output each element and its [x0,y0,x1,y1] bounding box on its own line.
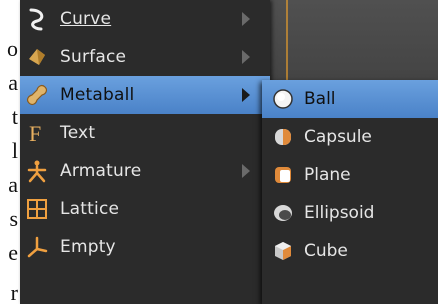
plane-icon [270,162,296,188]
submenu-item-label: Ellipsoid [304,203,375,223]
submenu-item-label: Cube [304,241,348,261]
submenu-item-ellipsoid[interactable]: Ellipsoid [262,194,438,232]
edge-letter: o [7,36,18,61]
submenu-arrow-icon [242,50,250,64]
cube-icon [270,238,296,264]
empty-icon [24,234,50,260]
edge-letter: s [9,206,18,231]
menu-item-label: Metaball [60,85,135,105]
background-document-text: o a t l a s e r [0,0,20,304]
3d-viewport[interactable] [268,0,438,80]
menu-item-label: Surface [60,47,127,67]
submenu-item-capsule[interactable]: Capsule [262,118,438,156]
edge-letter: e [8,240,18,265]
menu-item-label: Text [60,123,96,143]
submenu-arrow-icon [242,164,250,178]
surface-icon [24,44,50,70]
submenu-item-ball[interactable]: Ball [262,80,438,118]
menu-item-armature[interactable]: Armature [20,152,270,190]
menu-item-lattice[interactable]: Lattice [20,190,270,228]
edge-letter: t [11,104,18,129]
submenu-item-cube[interactable]: Cube [262,232,438,270]
submenu-arrow-icon [242,88,250,102]
lattice-icon [24,196,50,222]
edge-letter: a [8,70,18,95]
submenu-item-label: Capsule [304,127,372,147]
menu-item-surface[interactable]: Surface [20,38,270,76]
submenu-item-label: Plane [304,165,351,185]
curve-icon [24,6,50,32]
svg-text:F: F [29,121,41,145]
submenu-item-label: Ball [304,89,336,109]
menu-item-metaball[interactable]: Metaball [20,76,270,114]
ball-icon [270,86,296,112]
text-icon: F [24,120,50,146]
edge-letter: l [11,138,18,163]
metaball-submenu: Ball Capsule Plane Ellipsoid Cube [262,80,438,304]
menu-item-label: Armature [60,161,142,181]
viewport-grid [268,0,438,80]
edge-letter: r [10,280,18,304]
menu-item-curve[interactable]: Curve [20,0,270,38]
menu-item-label: Curve [60,9,112,29]
capsule-icon [270,124,296,150]
menu-item-empty[interactable]: Empty [20,228,270,266]
armature-icon [24,158,50,184]
menu-item-label: Empty [60,237,116,257]
metaball-icon [24,82,50,108]
screen: o a t l a s e r Curve Surface Metaball F… [0,0,438,304]
add-menu: Curve Surface Metaball F Text Armature L… [20,0,270,304]
submenu-arrow-icon [242,12,250,26]
menu-item-text[interactable]: F Text [20,114,270,152]
ellipsoid-icon [270,200,296,226]
menu-item-label: Lattice [60,199,120,219]
edge-letter: a [8,172,18,197]
submenu-item-plane[interactable]: Plane [262,156,438,194]
